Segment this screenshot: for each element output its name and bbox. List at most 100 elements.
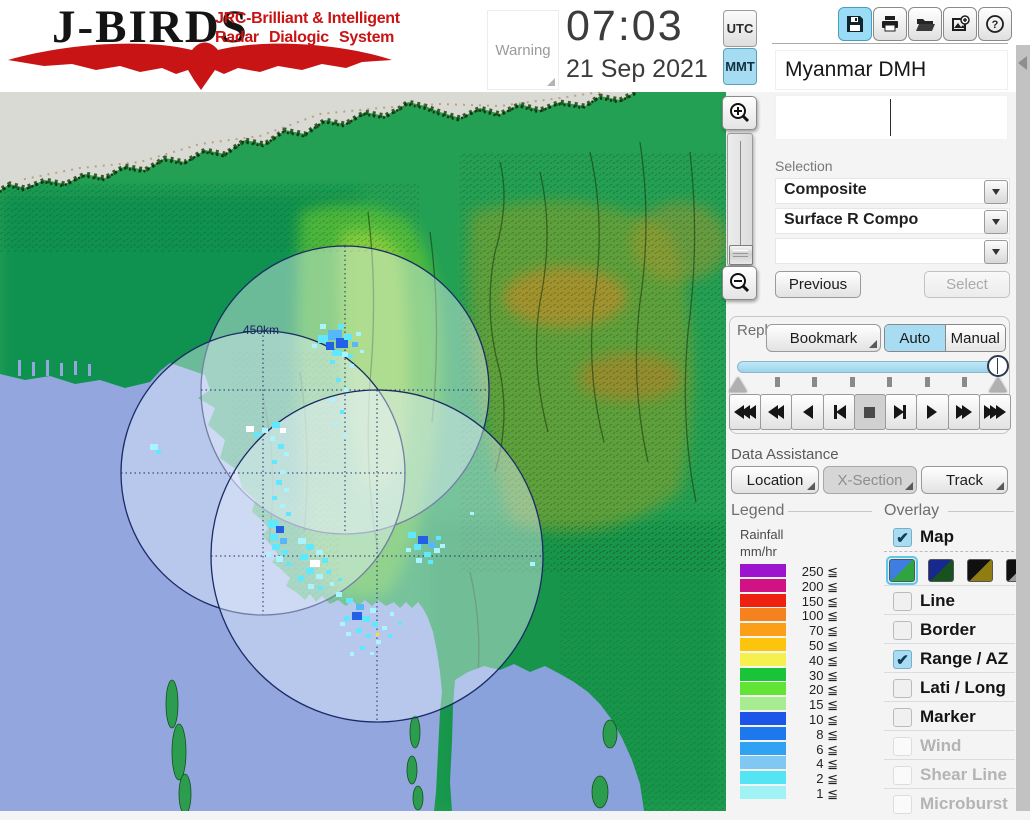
dropdown-arrow-button[interactable] — [984, 240, 1008, 264]
replay-manual-button[interactable]: Manual — [944, 325, 1005, 351]
save-button[interactable] — [838, 7, 872, 41]
timeline-start-marker[interactable] — [729, 377, 747, 392]
map-checkbox[interactable]: ✔ — [893, 528, 912, 547]
map-style-option[interactable] — [925, 556, 957, 585]
product-category-dropdown[interactable]: Composite — [775, 178, 1010, 204]
legend-color-swatch — [740, 608, 786, 622]
overlay-item-label: Lati / Long — [920, 678, 1006, 697]
replay-slider-handle[interactable] — [987, 355, 1009, 377]
legend-threshold-label: 40 ≦ — [809, 652, 838, 668]
add-image-button[interactable] — [943, 7, 977, 41]
map-style-option[interactable] — [964, 556, 996, 585]
stop-button[interactable] — [853, 394, 887, 430]
product-option-dropdown[interactable] — [775, 238, 1010, 264]
station-name[interactable]: Myanmar DMH — [775, 50, 1008, 90]
dropdown-arrow-button[interactable] — [984, 210, 1008, 234]
legend-threshold-label: 10 ≦ — [809, 712, 838, 727]
marker-checkbox[interactable] — [893, 708, 912, 727]
open-folder-button[interactable] — [908, 7, 942, 41]
select-button[interactable]: Select — [924, 271, 1010, 298]
play-reverse-button[interactable] — [791, 394, 824, 430]
legend-threshold-label: 8 ≦ — [816, 726, 838, 742]
legend-threshold-label: 2 ≦ — [816, 771, 838, 787]
overlay-item-label: Shear Line — [920, 765, 1007, 784]
lati-long-checkbox[interactable] — [893, 679, 912, 698]
timeline-tick — [887, 377, 893, 387]
timezone-mmt-button[interactable]: MMT — [723, 48, 757, 85]
overlay-item-label: Microburst — [920, 794, 1008, 813]
map-zoom-out-button[interactable] — [722, 266, 757, 300]
map-style-option[interactable] — [886, 556, 918, 585]
clock-time: 07:03 — [566, 2, 684, 50]
panel-collapse-gutter[interactable] — [1016, 45, 1030, 811]
panel-divider — [772, 43, 1008, 44]
radar-map-viewport[interactable]: 450km — [0, 92, 726, 811]
print-icon — [882, 16, 898, 32]
replay-auto-button[interactable]: Auto — [885, 325, 945, 351]
range-ring-label: 450km — [243, 323, 279, 337]
range-az-checkbox[interactable]: ✔ — [893, 650, 912, 669]
previous-button[interactable]: Previous — [775, 271, 861, 298]
play-button[interactable] — [916, 394, 949, 430]
overlay-row-shear-line: Shear Line — [884, 762, 1015, 791]
x-section-button[interactable]: X-Section — [823, 466, 917, 494]
shear-line-checkbox — [893, 766, 912, 785]
replay-timeline-slider[interactable] — [737, 361, 997, 373]
warning-button[interactable]: Warning — [487, 10, 559, 90]
chevron-down-icon — [992, 219, 1000, 225]
overlay-item-label: Range / AZ — [920, 649, 1009, 668]
fast-rewind-button[interactable] — [760, 394, 793, 430]
map-style-swatch — [967, 559, 993, 582]
line-checkbox[interactable] — [893, 592, 912, 611]
station-list-box[interactable] — [775, 95, 1008, 140]
dropdown-arrow-button[interactable] — [984, 180, 1008, 204]
product-category-value: Composite — [784, 181, 867, 198]
legend-color-swatch — [740, 593, 786, 607]
legend-color-swatch — [740, 726, 786, 740]
timeline-tick — [962, 377, 967, 387]
eagle-logo-icon — [8, 42, 392, 90]
clock-date: 21 Sep 2021 — [566, 55, 708, 83]
overlay-dashed-separator — [884, 551, 1014, 552]
print-button[interactable] — [873, 7, 907, 41]
location-button[interactable]: Location — [731, 466, 819, 494]
map-zoom-slider[interactable] — [727, 133, 753, 266]
help-icon: ? — [986, 15, 1004, 33]
overlay-item-label: Map — [920, 527, 954, 546]
step-forward-button[interactable] — [885, 394, 918, 430]
help-button[interactable]: ? — [978, 7, 1012, 41]
jump-start-button[interactable] — [729, 394, 762, 430]
step-back-button[interactable] — [822, 394, 855, 430]
timeline-end-marker[interactable] — [989, 377, 1007, 392]
overlay-row-line: Line — [884, 588, 1015, 617]
product-type-dropdown[interactable]: Surface R Compo — [775, 208, 1010, 234]
legend-label: Legend — [731, 502, 785, 519]
replay-mode-toggle: Auto Manual — [884, 324, 1006, 352]
product-type-value: Surface R Compo — [784, 211, 919, 228]
timeline-tick — [849, 377, 855, 387]
map-style-swatch — [889, 559, 915, 582]
legend-threshold-label: 30 ≦ — [809, 667, 838, 683]
map-zoom-in-button[interactable] — [722, 96, 757, 130]
bookmark-button[interactable]: Bookmark — [766, 324, 881, 352]
svg-text:?: ? — [992, 19, 999, 31]
legend-threshold-label: 20 ≦ — [809, 682, 838, 698]
fast-forward-button[interactable] — [947, 394, 980, 430]
legend-color-swatch — [740, 786, 786, 799]
jump-end-button[interactable] — [978, 394, 1011, 430]
data-assistance-label: Data Assistance — [731, 446, 839, 463]
logo-subtitle-line1: JRC-Brilliant & Intelligent — [215, 10, 400, 27]
selection-section-label: Selection — [775, 158, 833, 174]
zoom-slider-handle[interactable] — [729, 245, 753, 265]
legend-unit-line2: mm/hr — [740, 544, 777, 559]
add-image-icon — [952, 15, 970, 31]
track-button[interactable]: Track — [921, 466, 1008, 494]
timezone-utc-button[interactable]: UTC — [723, 10, 757, 47]
legend-threshold-label: 15 ≦ — [809, 697, 838, 713]
legend-threshold-label: 150 ≦ — [801, 593, 838, 609]
overlay-row-wind: Wind — [884, 733, 1015, 762]
overlay-separator — [884, 585, 1015, 586]
legend-color-swatch — [740, 564, 786, 577]
border-checkbox[interactable] — [893, 621, 912, 640]
collapse-arrow-icon — [1018, 56, 1027, 70]
